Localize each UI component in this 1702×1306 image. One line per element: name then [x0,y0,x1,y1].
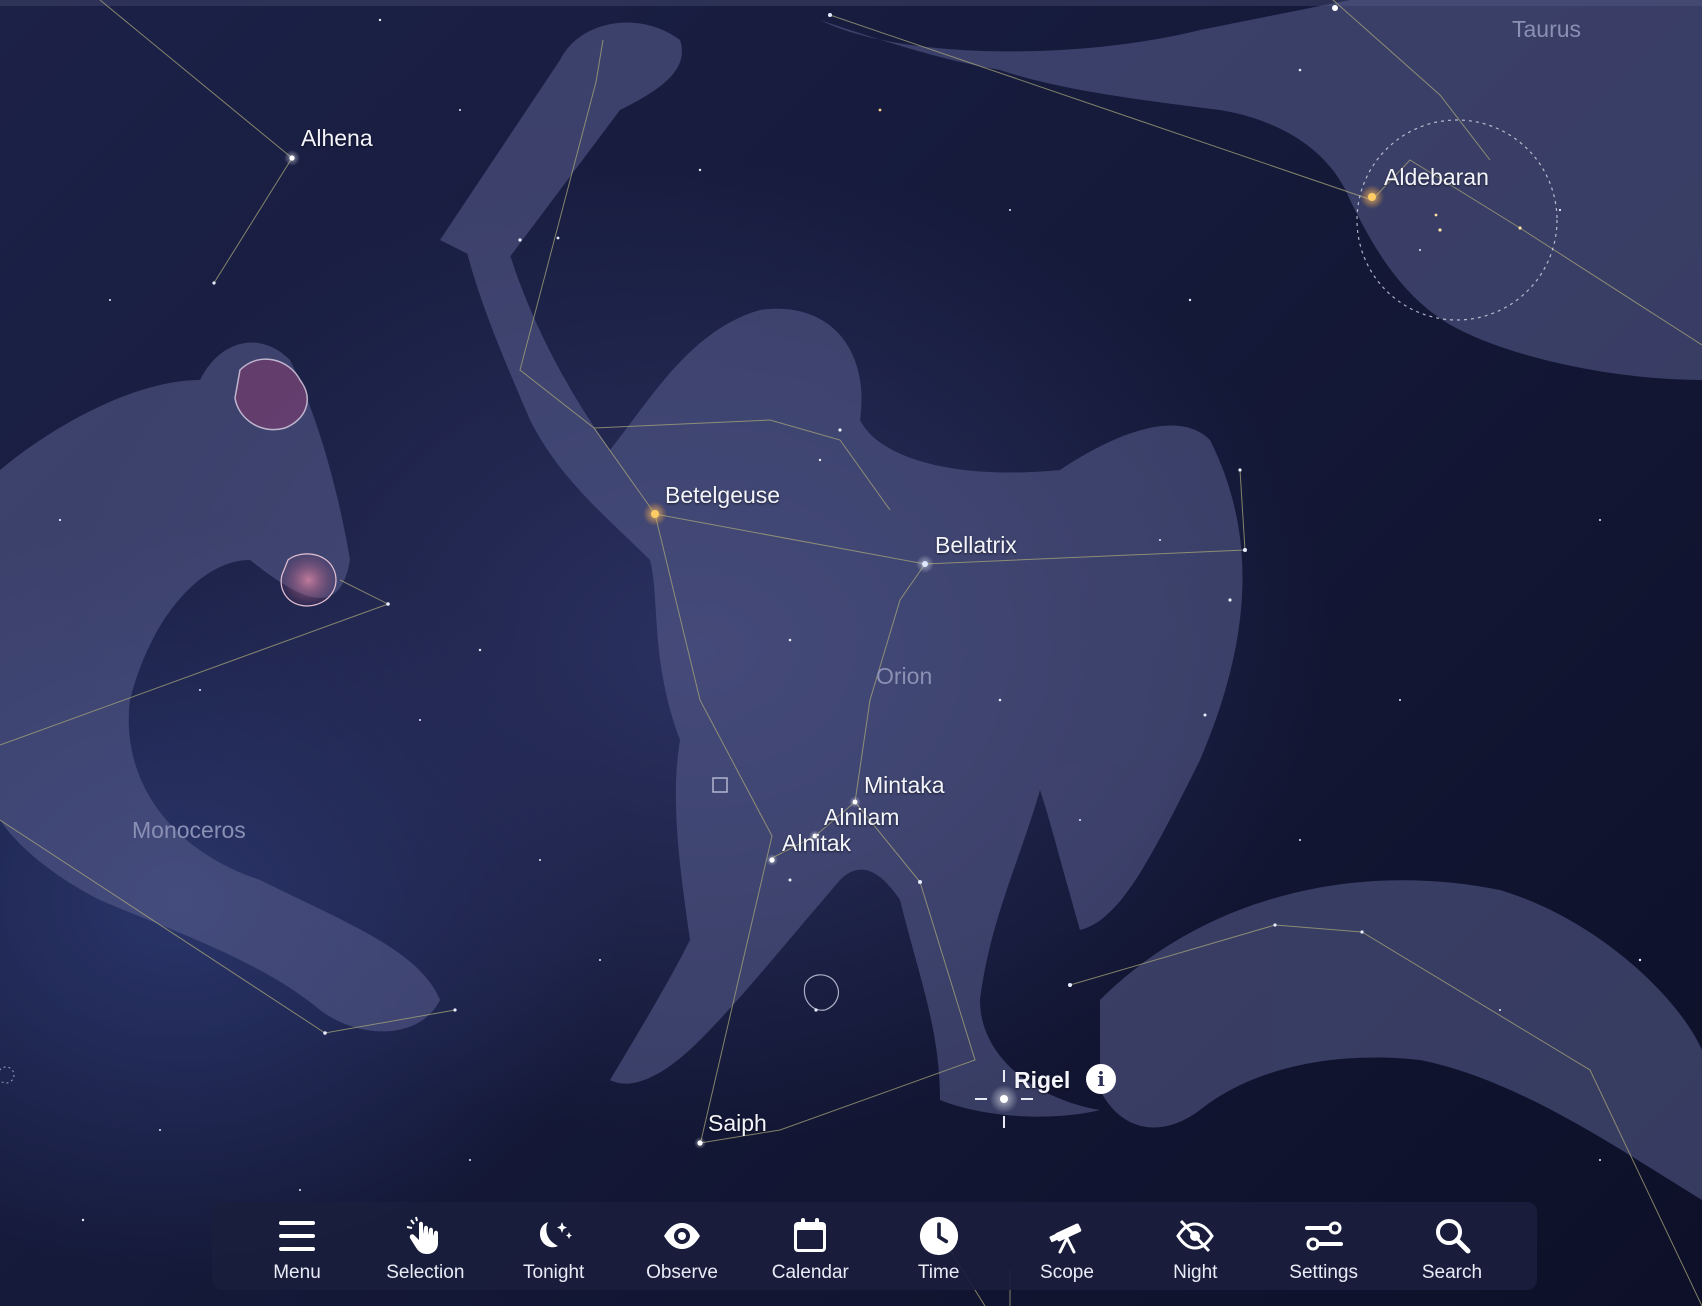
selection-hand-icon [405,1216,445,1256]
moon-stars-icon [534,1216,574,1256]
calendar-button[interactable]: Calendar [755,1202,865,1290]
selection-label: Selection [386,1262,465,1283]
star-label-alnilam[interactable]: Alnilam [824,804,899,831]
star-label-saiph[interactable]: Saiph [708,1110,767,1137]
star-label-bellatrix[interactable]: Bellatrix [935,532,1017,559]
time-button[interactable]: Time [884,1202,994,1290]
tonight-button[interactable]: Tonight [499,1202,609,1290]
night-button[interactable]: Night [1140,1202,1250,1290]
menu-label: Menu [273,1262,321,1283]
eye-icon [662,1216,702,1256]
observe-label: Observe [646,1262,718,1283]
star-label-mintaka[interactable]: Mintaka [864,772,945,799]
bottom-toolbar: Menu Selection Tonight Observe Calendar … [212,1202,1537,1290]
settings-label: Settings [1289,1262,1358,1283]
search-label: Search [1421,1262,1483,1283]
tonight-label: Tonight [523,1262,585,1283]
scope-label: Scope [1040,1262,1094,1283]
search-button[interactable]: Search [1397,1202,1507,1290]
telescope-icon [1047,1216,1087,1256]
menu-button[interactable]: Menu [242,1202,352,1290]
night-vision-icon [1175,1216,1215,1256]
time-label: Time [917,1262,960,1283]
constellation-label-orion[interactable]: Orion [876,663,932,690]
search-icon [1432,1216,1472,1256]
scope-button[interactable]: Scope [1012,1202,1122,1290]
sliders-icon [1304,1216,1344,1256]
clock-icon [919,1216,959,1256]
star-label-rigel[interactable]: Rigel [1014,1067,1070,1094]
constellation-label-taurus[interactable]: Taurus [1512,16,1581,43]
calendar-label: Calendar [771,1262,849,1283]
star-label-alnitak[interactable]: Alnitak [782,830,851,857]
sky-map[interactable] [0,0,1702,1306]
star-label-alhena[interactable]: Alhena [301,125,373,152]
calendar-icon [790,1216,830,1256]
settings-button[interactable]: Settings [1269,1202,1379,1290]
observe-button[interactable]: Observe [627,1202,737,1290]
constellation-label-monoceros[interactable]: Monoceros [132,817,246,844]
star-label-aldebaran[interactable]: Aldebaran [1384,164,1489,191]
night-label: Night [1173,1262,1218,1283]
menu-icon [277,1216,317,1256]
selection-button[interactable]: Selection [370,1202,480,1290]
star-label-betelgeuse[interactable]: Betelgeuse [665,482,780,509]
info-icon[interactable]: i [1086,1064,1116,1094]
